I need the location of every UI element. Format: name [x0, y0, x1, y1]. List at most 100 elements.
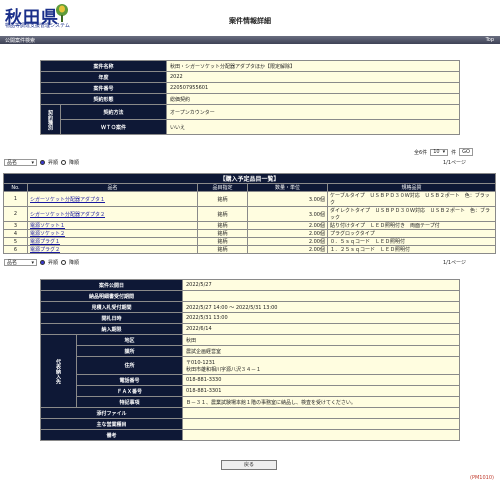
value-case-number: 220507955601: [166, 82, 460, 94]
table-row: 6 電源プラグ２ 銘柄 2.00個 １．２５ｓｑコード ＬＥＤ照明付: [3, 245, 496, 254]
label-case-number: 案件番号: [40, 82, 167, 94]
value-office: 農試企画経営室: [182, 345, 460, 357]
sort-field-select[interactable]: 品名 ▾: [4, 159, 37, 166]
value-delivery-period: [182, 290, 460, 302]
item-link[interactable]: シガーソケット分配器アダプタ１: [30, 197, 105, 203]
case-info-table: 案件名称 秋田・シガーソケット分配器アダプタほか【限定解除】 年度 2022 案件番…: [40, 60, 460, 135]
label-phone: 電話番号: [76, 374, 183, 386]
page-title: 案件情報詳細: [229, 17, 271, 25]
label-contract-type: 契約種別: [40, 104, 61, 135]
value-contract-form: 総価契約: [166, 93, 460, 105]
label-contract-method: 契約方法: [60, 104, 167, 120]
item-link[interactable]: 電源ソケット２: [30, 231, 65, 237]
label-business-categories: 主な営業種目: [40, 418, 183, 430]
label-deadline: 納入期限: [40, 323, 183, 335]
value-attachments: [182, 407, 460, 419]
label-year: 年度: [40, 71, 167, 83]
asc-radio[interactable]: [40, 160, 45, 165]
desc-radio[interactable]: [61, 160, 67, 165]
navbar: 公開案件検索 Top: [0, 36, 500, 44]
label-case-name: 案件名称: [40, 60, 167, 72]
breadcrumb-public-search[interactable]: 公開案件検索: [5, 37, 35, 44]
value-case-name: 秋田・シガーソケット分配器アダプタほか【限定解除】: [166, 60, 460, 72]
case-row-name: 案件名称 秋田・シガーソケット分配器アダプタほか【限定解除】: [40, 60, 460, 72]
label-wto: ＷＴＯ案件: [60, 119, 167, 135]
desc-label: 降順: [69, 160, 80, 166]
per-page-suffix: 件: [451, 149, 457, 156]
item-link[interactable]: 電源プラグ１: [30, 239, 60, 245]
value-address-street: 秋田市雄和相川字源八沢３４－１: [186, 366, 262, 373]
table-row: 5 電源プラグ１ 銘柄 2.00個 ０．５ｓｑコード ＬＥＤ照明付: [3, 237, 496, 246]
case-row-form: 契約形態 総価契約: [40, 93, 460, 105]
page-indicator-bottom: 1/1ページ: [443, 260, 466, 266]
value-remarks: [182, 429, 460, 441]
item-link[interactable]: 電源ソケット１: [30, 223, 65, 229]
value-bid-period: 2022/5/27 14:00 ～ 2022/5/31 13:00: [182, 301, 460, 313]
col-qty: 数量・単位: [247, 183, 328, 192]
value-fax: 018-881-3301: [182, 385, 460, 397]
go-button[interactable]: GO: [459, 148, 473, 156]
label-delivery-destination: 代表納入先: [40, 334, 77, 408]
chevron-down-icon: ▾: [442, 149, 446, 155]
col-quality: 規格品質: [327, 183, 496, 192]
label-office: 課所: [76, 345, 183, 357]
page-header: 秋田県 物品等調達支援管理システム 案件情報詳細: [0, 0, 500, 35]
chevron-down-icon: ▾: [31, 159, 34, 166]
label-opening-date: 開札日時: [40, 312, 183, 324]
value-business-categories: [182, 418, 460, 430]
value-opening-date: 2022/5/31 13:00: [182, 312, 460, 324]
desc-label-bottom: 降順: [69, 260, 80, 266]
value-publish-date: 2022/5/27: [182, 279, 460, 291]
label-remarks: 備考: [40, 429, 183, 441]
value-deadline: 2022/6/14: [182, 323, 460, 335]
sort-field-select-bottom[interactable]: 品名 ▾: [4, 259, 37, 266]
screen-id: (PM1010): [470, 475, 494, 481]
label-bid-period: 見積入札受付期間: [40, 301, 183, 313]
item-link[interactable]: 電源プラグ２: [30, 247, 60, 253]
sort-controls-top: 品名 ▾ 昇順 降順: [4, 159, 79, 166]
col-name: 品名: [27, 183, 198, 192]
table-row: 2 シガーソケット分配器アダプタ２ 銘柄 3.00個 ダイレクトタイプ ＵＳＢＰ…: [3, 206, 496, 222]
value-address: 〒010-1231 秋田市雄和相川字源八沢３４－１: [182, 356, 460, 375]
case-row-wto: ＷＴＯ案件 いいえ: [41, 119, 460, 135]
value-phone: 018-881-3330: [182, 374, 460, 386]
value-district: 秋田: [182, 334, 460, 346]
value-wto: いいえ: [166, 119, 460, 135]
case-row-method: 契約種別 契約方法 オープンカウンター: [40, 104, 460, 135]
col-no: No.: [3, 183, 28, 192]
label-publish-date: 案件公開日: [40, 279, 183, 291]
page-indicator-top: 1/1ページ: [443, 160, 466, 166]
asc-label-bottom: 昇順: [48, 260, 59, 266]
label-fax: ＦＡＸ番号: [76, 385, 183, 397]
paging-controls-top: 全6件 10 ▾ 件 GO: [414, 148, 473, 156]
value-contract-method: オープンカウンター: [166, 104, 460, 120]
top-link[interactable]: Top: [486, 37, 494, 43]
details-table: 案件公開日 2022/5/27 納品明細書受付期間 見積入札受付期間 2022/5/…: [40, 279, 460, 441]
case-row-year: 年度 2022: [40, 71, 460, 83]
asc-radio-bottom[interactable]: [40, 260, 45, 265]
sort-controls-bottom: 品名 ▾ 昇順 降順: [4, 259, 79, 266]
case-row-number: 案件番号 220507955601: [40, 82, 460, 94]
items-caption: 【購入予定品目一覧】: [3, 173, 496, 184]
table-row: 3 電源ソケット１ 銘柄 2.00個 貼り付けタイプ ＬＥＤ照明付き 両面テープ…: [3, 221, 496, 230]
table-row: 4 電源ソケット２ 銘柄 2.00個 プラグロックタイプ: [3, 229, 496, 238]
per-page-select[interactable]: 10 ▾: [430, 148, 449, 156]
back-button[interactable]: 戻る: [221, 460, 277, 470]
label-contract-form: 契約形態: [40, 93, 167, 105]
items-table: 【購入予定品目一覧】 No. 品名 品目指定 数量・単位 規格品質 1 シガーソ…: [3, 173, 496, 254]
table-row: 1 シガーソケット分配器アダプタ１ 銘柄 3.00個 ケーブルタイプ ＵＳＢＰＤ…: [3, 191, 496, 207]
desc-radio-bottom[interactable]: [61, 260, 67, 265]
label-attachments: 添付ファイル: [40, 407, 183, 419]
label-address: 住所: [76, 356, 183, 375]
col-spec: 品目指定: [197, 183, 248, 192]
chevron-down-icon: ▾: [31, 259, 34, 266]
value-notes: Ｂ－３１、農業試験場本館１階の事務室に納品し、検査を受けてください。: [182, 396, 460, 408]
item-link[interactable]: シガーソケット分配器アダプタ２: [30, 212, 105, 218]
label-delivery-period: 納品明細書受付期間: [40, 290, 183, 302]
total-count: 全6件: [414, 149, 428, 156]
asc-label: 昇順: [48, 160, 59, 166]
value-address-postal: 〒010-1231: [186, 359, 216, 366]
label-district: 地区: [76, 334, 183, 346]
value-year: 2022: [166, 71, 460, 83]
label-notes: 特記事項: [76, 396, 183, 408]
